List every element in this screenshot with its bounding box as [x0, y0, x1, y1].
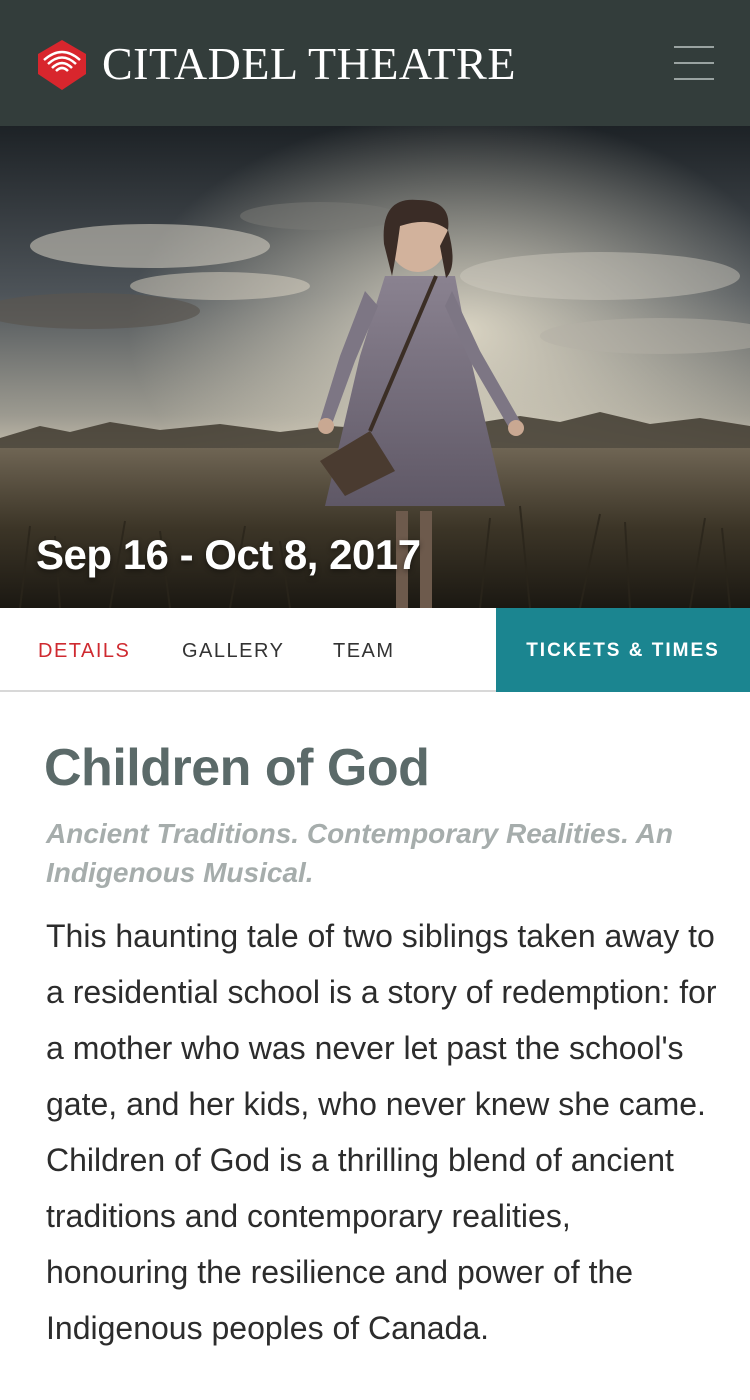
show-title: Children of God — [44, 739, 430, 797]
hero-banner: Sep 16 - Oct 8, 2017 — [0, 126, 750, 608]
brand-name[interactable]: CITADEL THEATRE — [102, 38, 516, 90]
tab-gallery[interactable]: GALLERY — [182, 608, 284, 692]
show-subtitle: Ancient Traditions. Contemporary Realiti… — [46, 818, 674, 888]
hamburger-menu-icon[interactable] — [672, 44, 716, 82]
show-date-range: Sep 16 - Oct 8, 2017 — [36, 531, 421, 578]
citadel-logo-icon[interactable] — [36, 38, 88, 92]
tickets-and-times-button[interactable]: TICKETS & TIMES — [496, 608, 750, 692]
site-header: CITADEL THEATRE — [0, 0, 750, 126]
tab-team[interactable]: TEAM — [333, 608, 395, 692]
tab-details[interactable]: DETAILS — [38, 608, 130, 692]
show-tabs: DETAILS GALLERY TEAM TICKETS & TIMES — [0, 608, 750, 692]
show-description: This haunting tale of two siblings taken… — [46, 918, 717, 1346]
